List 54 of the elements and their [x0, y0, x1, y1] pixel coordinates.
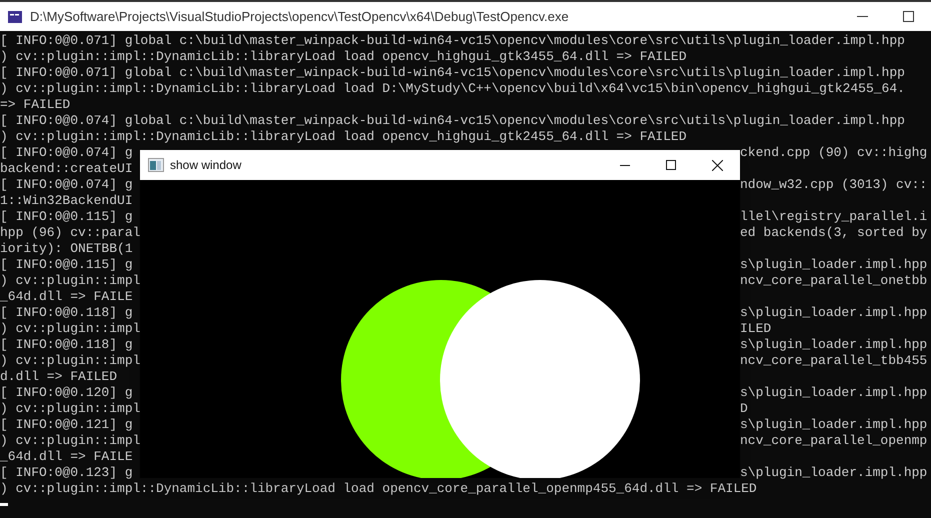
minimize-icon — [856, 16, 868, 17]
console-line: ncv_core_parallel_openmp — [740, 433, 928, 449]
console-icon — [8, 10, 22, 22]
window-title: D:\MySoftware\Projects\VisualStudioProjects\opencv\TestOpencv\x64\Debug\TestOpencv.exe — [30, 8, 569, 26]
console-line: llel\registry_parallel.i — [740, 209, 928, 225]
console-line: ) cv::plugin::impl::DynamicLib::libraryLoad load D:\MyStudy\C++\opencv\build\x64\vc15\bin\opencv_highgui_gtk2455_64. — [0, 81, 905, 96]
console-line: [ INFO:0@0.115] g — [0, 209, 133, 225]
text-cursor — [0, 503, 8, 506]
minimize-icon — [620, 164, 630, 166]
console-line: s\plugin_loader.impl.hpp — [740, 337, 928, 353]
console-line: [ INFO:0@0.071] global c:\build\master_winpack-build-win64-vc15\opencv\modules\core\src\utils\plugin_loader.impl.hpp — [0, 65, 905, 80]
console-line: ) cv::plugin::impl::DynamicLib::libraryLoad load opencv_highgui_gtk2455_64.dll => FAILED — [0, 129, 687, 144]
console-line: backend::createUI — [0, 161, 133, 177]
console-line: s\plugin_loader.impl.hpp — [740, 257, 928, 273]
console-line: [ INFO:0@0.118] g — [0, 337, 133, 353]
console-line: [ INFO:0@0.118] g — [0, 305, 133, 321]
maximize-icon — [666, 160, 676, 170]
maximize-icon — [902, 11, 914, 22]
console-line: [ INFO:0@0.120] g — [0, 385, 133, 401]
console-line: _64d.dll => FAILE — [0, 449, 133, 465]
console-line: ) cv::plugin::impl — [0, 353, 140, 369]
console-line: ckend.cpp (90) cv::highg — [740, 145, 928, 161]
console-line: ) cv::plugin::impl — [0, 321, 140, 337]
console-line: [ INFO:0@0.074] global c:\build\master_winpack-build-win64-vc15\opencv\modules\core\src\utils\plugin_loader.impl.hpp — [0, 113, 905, 128]
console-line: s\plugin_loader.impl.hpp — [740, 385, 928, 401]
console-line: s\plugin_loader.impl.hpp — [740, 417, 928, 433]
console-line: ) cv::plugin::impl::DynamicLib::libraryLoad load opencv_core_parallel_openmp455_64d.dll => FAILED — [0, 481, 757, 496]
console-line: [ INFO:0@0.074] g — [0, 145, 133, 161]
console-line: s\plugin_loader.impl.hpp — [740, 465, 928, 481]
window-icon — [148, 158, 164, 172]
close-icon — [712, 160, 722, 170]
console-line: => FAILED — [0, 97, 70, 112]
console-line: [ INFO:0@0.074] g — [0, 177, 133, 193]
console-line: D — [740, 401, 748, 417]
console-line: ncv_core_parallel_tbb455 — [740, 353, 928, 369]
console-line: 1::Win32BackendUI — [0, 193, 133, 209]
console-line: [ INFO:0@0.071] global c:\build\master_winpack-build-win64-vc15\opencv\modules\core\src\utils\plugin_loader.impl.hpp — [0, 33, 905, 48]
console-line: _64d.dll => FAILE — [0, 289, 133, 305]
console-line: s\plugin_loader.impl.hpp — [740, 305, 928, 321]
console-line: ILED — [740, 321, 772, 337]
console-line: ) cv::plugin::impl — [0, 401, 140, 417]
console-line: ) cv::plugin::impl — [0, 273, 140, 289]
console-line: ed backends(3, sorted by — [740, 225, 928, 241]
console-line: ndow_w32.cpp (3013) cv:: — [740, 177, 928, 193]
window-title: show window — [170, 157, 242, 174]
console-line: iority): ONETBB(1 — [0, 241, 133, 257]
console-line: [ INFO:0@0.115] g — [0, 257, 133, 273]
console-line: ) cv::plugin::impl — [0, 433, 140, 449]
console-line: d.dll => FAILED — [0, 369, 118, 385]
console-line: [ INFO:0@0.121] g — [0, 417, 133, 433]
console-line: ncv_core_parallel_onetbb — [740, 273, 928, 289]
console-line: [ INFO:0@0.123] g — [0, 465, 133, 481]
console-line: ) cv::plugin::impl::DynamicLib::libraryLoad load opencv_highgui_gtk3455_64.dll => FAILED — [0, 49, 687, 64]
console-line: hpp (96) cv::paral — [0, 225, 140, 241]
